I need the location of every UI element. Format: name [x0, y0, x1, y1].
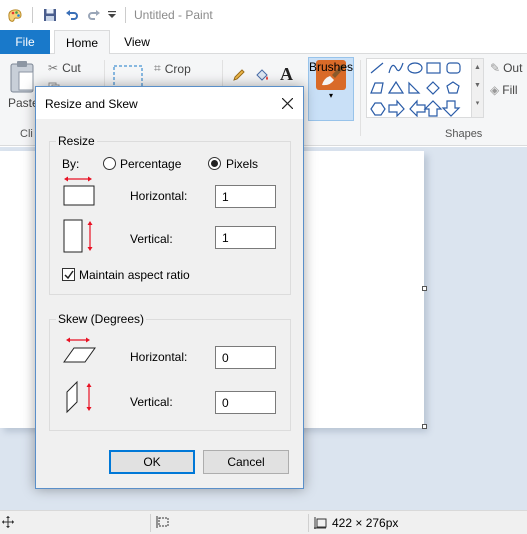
- shapes-group-label: Shapes: [445, 128, 483, 140]
- brushes-label: Brushes: [308, 60, 354, 74]
- shapes-gallery[interactable]: [366, 58, 472, 118]
- crop-icon: ⌗: [154, 61, 161, 75]
- shapes-icons: [370, 62, 461, 118]
- fill-icon: ◈: [490, 83, 500, 97]
- paint-app-icon[interactable]: [4, 4, 26, 26]
- window-title: Untitled - Paint: [134, 8, 213, 22]
- resize-vertical-input[interactable]: 1: [215, 226, 276, 249]
- percentage-label[interactable]: Percentage: [120, 157, 181, 171]
- scissors-icon: ✂: [48, 61, 59, 75]
- dialog-title-bar: Resize and Skew: [36, 87, 303, 119]
- tab-file[interactable]: File: [0, 30, 50, 54]
- fill-label: Fill: [502, 83, 518, 97]
- brushes-dropdown-icon: ▾: [328, 91, 333, 100]
- fill-bucket-icon[interactable]: [254, 68, 270, 84]
- cursor-position-icon: [2, 516, 14, 528]
- brushes-button[interactable]: Brushes ▾: [308, 57, 354, 121]
- crop-label: Crop: [164, 61, 191, 76]
- fill-button[interactable]: ◈ Fill: [490, 83, 518, 97]
- resize-skew-dialog: Resize and Skew Resize By: Percentage Pi…: [35, 86, 304, 489]
- skew-horizontal-label: Horizontal:: [130, 350, 188, 364]
- ribbon-tabs: File Home View: [0, 30, 527, 55]
- customize-quick-access-icon[interactable]: [105, 4, 119, 26]
- save-icon[interactable]: [39, 4, 61, 26]
- title-bar: Untitled - Paint: [0, 0, 527, 30]
- percentage-radio[interactable]: [103, 157, 116, 170]
- canvas-size-icon: [314, 517, 327, 529]
- canvas-size-text: 422 × 276px: [332, 516, 399, 530]
- skew-horizontal-input[interactable]: 0: [215, 346, 276, 369]
- close-icon[interactable]: [277, 93, 297, 113]
- ok-button[interactable]: OK: [109, 450, 195, 474]
- cut-button[interactable]: ✂ Cut: [48, 61, 81, 75]
- outline-icon: ✎: [490, 61, 501, 75]
- clipboard-group-label: Cli: [20, 128, 33, 140]
- pixels-label[interactable]: Pixels: [226, 157, 258, 171]
- outline-label: Out: [503, 61, 523, 75]
- canvas-resize-handle-corner[interactable]: [422, 424, 427, 429]
- tab-view[interactable]: View: [114, 30, 160, 54]
- resize-vertical-icon: [63, 219, 99, 256]
- skew-vertical-label: Vertical:: [130, 395, 173, 409]
- crop-button[interactable]: ⌗ Crop: [154, 61, 191, 76]
- paste-button[interactable]: [8, 60, 36, 94]
- maintain-aspect-checkbox[interactable]: [62, 268, 75, 281]
- maintain-aspect-label[interactable]: Maintain aspect ratio: [79, 268, 190, 282]
- pencil-icon[interactable]: [232, 68, 246, 82]
- selection-size-icon: [156, 516, 170, 528]
- skew-vertical-icon: [65, 380, 99, 417]
- cut-label: Cut: [62, 61, 81, 75]
- resize-vertical-label: Vertical:: [130, 232, 173, 246]
- cancel-button[interactable]: Cancel: [203, 450, 289, 474]
- pixels-radio[interactable]: [208, 157, 221, 170]
- resize-horizontal-label: Horizontal:: [130, 189, 188, 203]
- status-bar: 422 × 276px: [0, 510, 527, 534]
- checkmark-icon: [63, 270, 74, 279]
- resize-horizontal-icon: [61, 175, 97, 210]
- canvas-resize-handle-right[interactable]: [422, 286, 427, 291]
- canvas-size-readout: 422 × 276px: [314, 516, 398, 530]
- resize-horizontal-input[interactable]: 1: [215, 185, 276, 208]
- tab-home[interactable]: Home: [54, 30, 110, 55]
- by-label: By:: [62, 157, 80, 171]
- skew-horizontal-icon: [61, 336, 97, 369]
- resize-legend: Resize: [56, 134, 97, 148]
- dialog-title: Resize and Skew: [45, 97, 138, 111]
- skew-vertical-input[interactable]: 0: [215, 391, 276, 414]
- text-tool-button[interactable]: A: [280, 64, 293, 85]
- outline-button[interactable]: ✎ Out: [490, 61, 522, 75]
- redo-icon[interactable]: [83, 4, 105, 26]
- shapes-scrollbar[interactable]: ▲ ▼ ▾: [472, 58, 484, 118]
- undo-icon[interactable]: [61, 4, 83, 26]
- skew-legend: Skew (Degrees): [56, 312, 147, 326]
